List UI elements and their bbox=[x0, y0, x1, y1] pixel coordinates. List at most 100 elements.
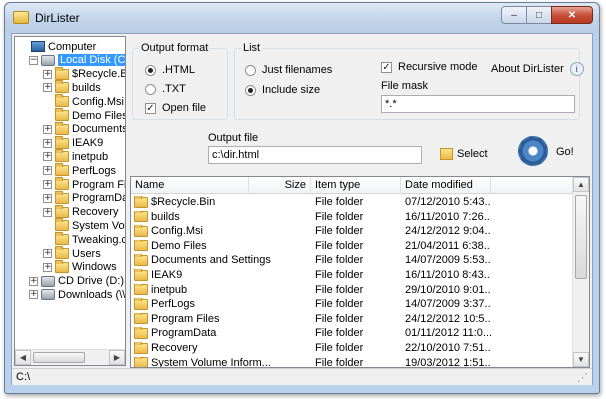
list-vertical-scrollbar[interactable]: ▲ ▼ bbox=[572, 177, 589, 367]
scroll-right-icon[interactable]: ▶ bbox=[109, 350, 125, 365]
tree-item-label: ProgramDat bbox=[72, 192, 126, 205]
file-list[interactable]: Name Size Item type Date modified $Recyc… bbox=[130, 176, 590, 368]
file-mask-input[interactable]: *.* bbox=[381, 95, 575, 113]
table-row[interactable]: Demo Files File folder 21/04/2011 6:38... bbox=[131, 239, 573, 254]
expand-icon[interactable]: + bbox=[43, 193, 52, 203]
table-row[interactable]: $Recycle.Bin File folder 07/12/2010 5:43..… bbox=[131, 195, 573, 210]
tree-item[interactable]: Demo Files bbox=[55, 108, 125, 122]
tree-item[interactable]: + Recovery bbox=[43, 204, 118, 219]
folder-icon bbox=[55, 80, 69, 94]
table-row[interactable]: builds File folder 16/11/2010 7:26... bbox=[131, 210, 573, 225]
table-row[interactable]: ProgramData File folder 01/11/2012 11:0... bbox=[131, 326, 573, 341]
expand-icon[interactable]: + bbox=[43, 83, 52, 93]
maximize-button[interactable]: □ bbox=[526, 6, 552, 24]
table-row[interactable]: Recovery File folder 22/10/2010 7:51... bbox=[131, 341, 573, 356]
scroll-down-icon[interactable]: ▼ bbox=[573, 352, 589, 367]
folder-icon bbox=[134, 196, 148, 208]
network-drive-icon bbox=[41, 289, 55, 301]
scroll-up-icon[interactable]: ▲ bbox=[573, 177, 589, 192]
collapse-icon[interactable]: − bbox=[29, 55, 38, 65]
tree-item[interactable]: + builds bbox=[43, 80, 101, 94]
expand-icon[interactable]: + bbox=[43, 249, 52, 258]
scroll-thumb[interactable] bbox=[33, 352, 85, 363]
html-radio-option[interactable]: .HTML bbox=[145, 64, 195, 76]
tree-item-label: Documents bbox=[72, 123, 126, 136]
table-row[interactable]: inetpub File folder 29/10/2010 9:01... bbox=[131, 283, 573, 298]
tree-item[interactable]: System Volu bbox=[55, 218, 125, 232]
tree-item[interactable]: Config.Msi bbox=[55, 94, 124, 108]
just-filenames-option[interactable]: Just filenames bbox=[245, 64, 332, 76]
html-radio[interactable] bbox=[145, 64, 156, 76]
tree-item[interactable]: + ProgramDat bbox=[43, 190, 126, 205]
expand-icon[interactable]: + bbox=[43, 69, 52, 79]
recursive-label: Recursive mode bbox=[398, 61, 478, 73]
info-icon[interactable]: i bbox=[569, 62, 584, 76]
go-button[interactable]: Go! bbox=[556, 146, 574, 158]
list-group: List Just filenames Include size ✓ Recur… bbox=[234, 42, 584, 120]
minimize-button[interactable]: ‒ bbox=[501, 6, 527, 24]
file-name: Recovery bbox=[151, 342, 198, 354]
scroll-left-icon[interactable]: ◀ bbox=[15, 350, 31, 365]
txt-radio[interactable] bbox=[145, 83, 156, 95]
close-button[interactable]: ✕ bbox=[551, 6, 593, 24]
title-bar[interactable]: DirLister ‒ □ ✕ bbox=[5, 3, 599, 33]
tree-item[interactable]: + Downloads (\\w bbox=[29, 288, 125, 301]
list-header: Name Size Item type Date modified bbox=[131, 177, 573, 194]
tree-item[interactable]: Tweaking.c bbox=[55, 232, 125, 246]
tree-item[interactable]: + Windows bbox=[43, 259, 117, 274]
tree-item[interactable]: + Program File bbox=[43, 177, 125, 191]
about-link[interactable]: About DirLister i bbox=[491, 62, 584, 76]
column-size[interactable]: Size bbox=[249, 177, 311, 194]
expand-icon[interactable]: + bbox=[43, 262, 52, 272]
select-button[interactable]: Select bbox=[440, 148, 488, 160]
cd-drive-icon bbox=[41, 275, 55, 287]
column-name[interactable]: Name bbox=[131, 177, 249, 194]
column-date-modified[interactable]: Date modified bbox=[401, 177, 491, 194]
open-file-option[interactable]: ✓ Open file bbox=[145, 102, 206, 114]
tree-item[interactable]: + CD Drive (D:) V bbox=[29, 275, 125, 288]
list-scroll-thumb[interactable] bbox=[575, 195, 587, 279]
folder-tree[interactable]: Computer − Local Disk (C:) + $Recycle.B + buil… bbox=[14, 36, 126, 366]
tree-item[interactable]: + $Recycle.B bbox=[43, 66, 126, 81]
resize-grip-icon[interactable]: ⋰ bbox=[577, 371, 588, 384]
tree-item-label: Config.Msi bbox=[72, 95, 124, 108]
expand-icon[interactable]: + bbox=[43, 138, 52, 148]
tree-item[interactable]: + Users bbox=[43, 246, 101, 260]
recursive-checkbox[interactable]: ✓ bbox=[381, 61, 392, 73]
tree-item[interactable]: + Documents bbox=[43, 121, 126, 136]
open-file-label: Open file bbox=[162, 102, 207, 114]
table-row[interactable]: Program Files File folder 24/12/2012 10:5.… bbox=[131, 312, 573, 327]
output-file-input[interactable]: c:\dir.html bbox=[208, 146, 422, 164]
expand-icon[interactable]: + bbox=[43, 152, 52, 162]
cell-item-type: File folder bbox=[315, 225, 364, 238]
tree-item[interactable]: + PerfLogs bbox=[43, 163, 116, 177]
table-row[interactable]: System Volume Inform... File folder 19/03/… bbox=[131, 356, 573, 367]
table-row[interactable]: Config.Msi File folder 24/12/2012 9:04... bbox=[131, 224, 573, 239]
tree-item-label: Users bbox=[72, 247, 101, 260]
include-size-radio[interactable] bbox=[245, 84, 256, 96]
column-item-type[interactable]: Item type bbox=[311, 177, 401, 194]
tree-item[interactable]: − Local Disk (C:) bbox=[29, 54, 125, 67]
table-row[interactable]: Documents and Settings File folder 14/07/2… bbox=[131, 253, 573, 268]
cell-name: IEAK9 bbox=[134, 269, 312, 281]
txt-radio-option[interactable]: .TXT bbox=[145, 83, 186, 95]
tree-item-label: $Recycle.B bbox=[72, 68, 126, 81]
about-label[interactable]: About DirLister bbox=[491, 63, 564, 75]
expand-icon[interactable]: + bbox=[43, 124, 52, 134]
just-filenames-radio[interactable] bbox=[245, 64, 256, 76]
recursive-option[interactable]: ✓ Recursive mode bbox=[381, 61, 477, 73]
tree-horizontal-scrollbar[interactable]: ◀ ▶ bbox=[15, 349, 125, 365]
tree-item[interactable]: + inetpub bbox=[43, 149, 108, 163]
table-row[interactable]: IEAK9 File folder 16/11/2010 8:43... bbox=[131, 268, 573, 283]
include-size-option[interactable]: Include size bbox=[245, 84, 320, 96]
expand-icon[interactable]: + bbox=[29, 290, 38, 300]
tree-item[interactable]: + IEAK9 bbox=[43, 135, 103, 150]
expand-icon[interactable]: + bbox=[43, 166, 52, 176]
tree-item[interactable]: Computer bbox=[31, 40, 96, 53]
expand-icon[interactable]: + bbox=[43, 180, 52, 189]
gear-icon[interactable] bbox=[518, 136, 548, 166]
expand-icon[interactable]: + bbox=[29, 276, 38, 286]
expand-icon[interactable]: + bbox=[43, 207, 52, 217]
open-file-checkbox[interactable]: ✓ bbox=[145, 102, 156, 114]
table-row[interactable]: PerfLogs File folder 14/07/2009 3:37... bbox=[131, 297, 573, 312]
